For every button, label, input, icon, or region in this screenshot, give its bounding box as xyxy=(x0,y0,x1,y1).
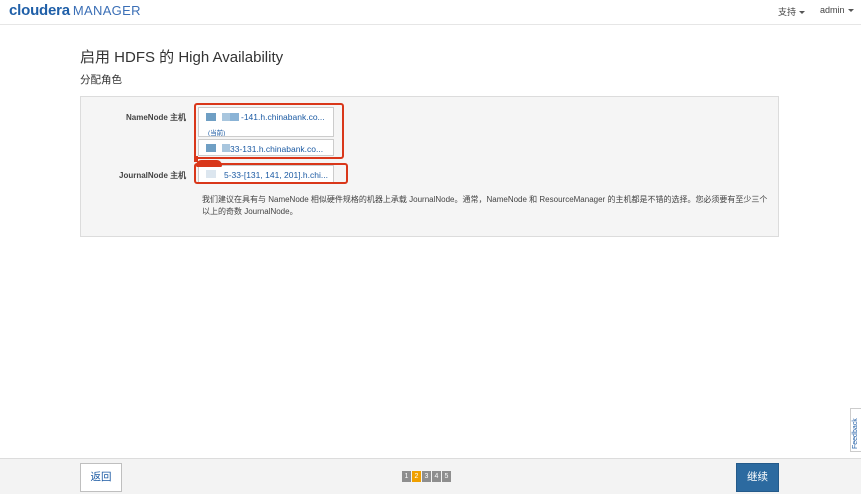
step-3[interactable]: 3 xyxy=(422,471,431,482)
logo-subtext: MANAGER xyxy=(72,3,141,18)
top-navbar: cloudera MANAGER 支持 admin xyxy=(0,0,861,25)
chevron-down-icon xyxy=(847,9,854,13)
support-menu-label: 支持 xyxy=(778,7,797,17)
step-5[interactable]: 5 xyxy=(442,471,451,482)
cloudera-manager-logo[interactable]: cloudera MANAGER xyxy=(9,2,141,20)
red-scribble-mark xyxy=(196,160,222,167)
highlight-box-namenode xyxy=(194,103,344,159)
journalnode-label: JournalNode 主机 xyxy=(119,171,187,180)
back-button[interactable]: 返回 xyxy=(80,463,122,492)
user-menu[interactable]: admin xyxy=(820,5,854,15)
red-scribble-mark xyxy=(194,156,198,162)
continue-button[interactable]: 继续 xyxy=(736,463,779,492)
journalnode-advice-note: 我们建议在具有与 NameNode 相似硬件规格的机器上承载 JournalNo… xyxy=(202,195,768,216)
chevron-down-icon xyxy=(799,11,806,15)
logo-text: cloudera xyxy=(9,2,70,19)
namenode-label: NameNode 主机 xyxy=(126,113,187,122)
step-4[interactable]: 4 xyxy=(432,471,441,482)
user-menu-label: admin xyxy=(820,5,845,15)
feedback-tab[interactable]: Feedback xyxy=(850,408,861,452)
step-1[interactable]: 1 xyxy=(402,471,411,482)
support-menu[interactable]: 支持 xyxy=(778,5,806,18)
section-subtitle: 分配角色 xyxy=(80,74,122,86)
feedback-label: Feedback xyxy=(852,418,859,449)
wizard-step-indicator: 12345 xyxy=(402,465,452,482)
step-2[interactable]: 2 xyxy=(412,471,421,482)
page-title: 启用 HDFS 的 High Availability xyxy=(80,49,284,66)
